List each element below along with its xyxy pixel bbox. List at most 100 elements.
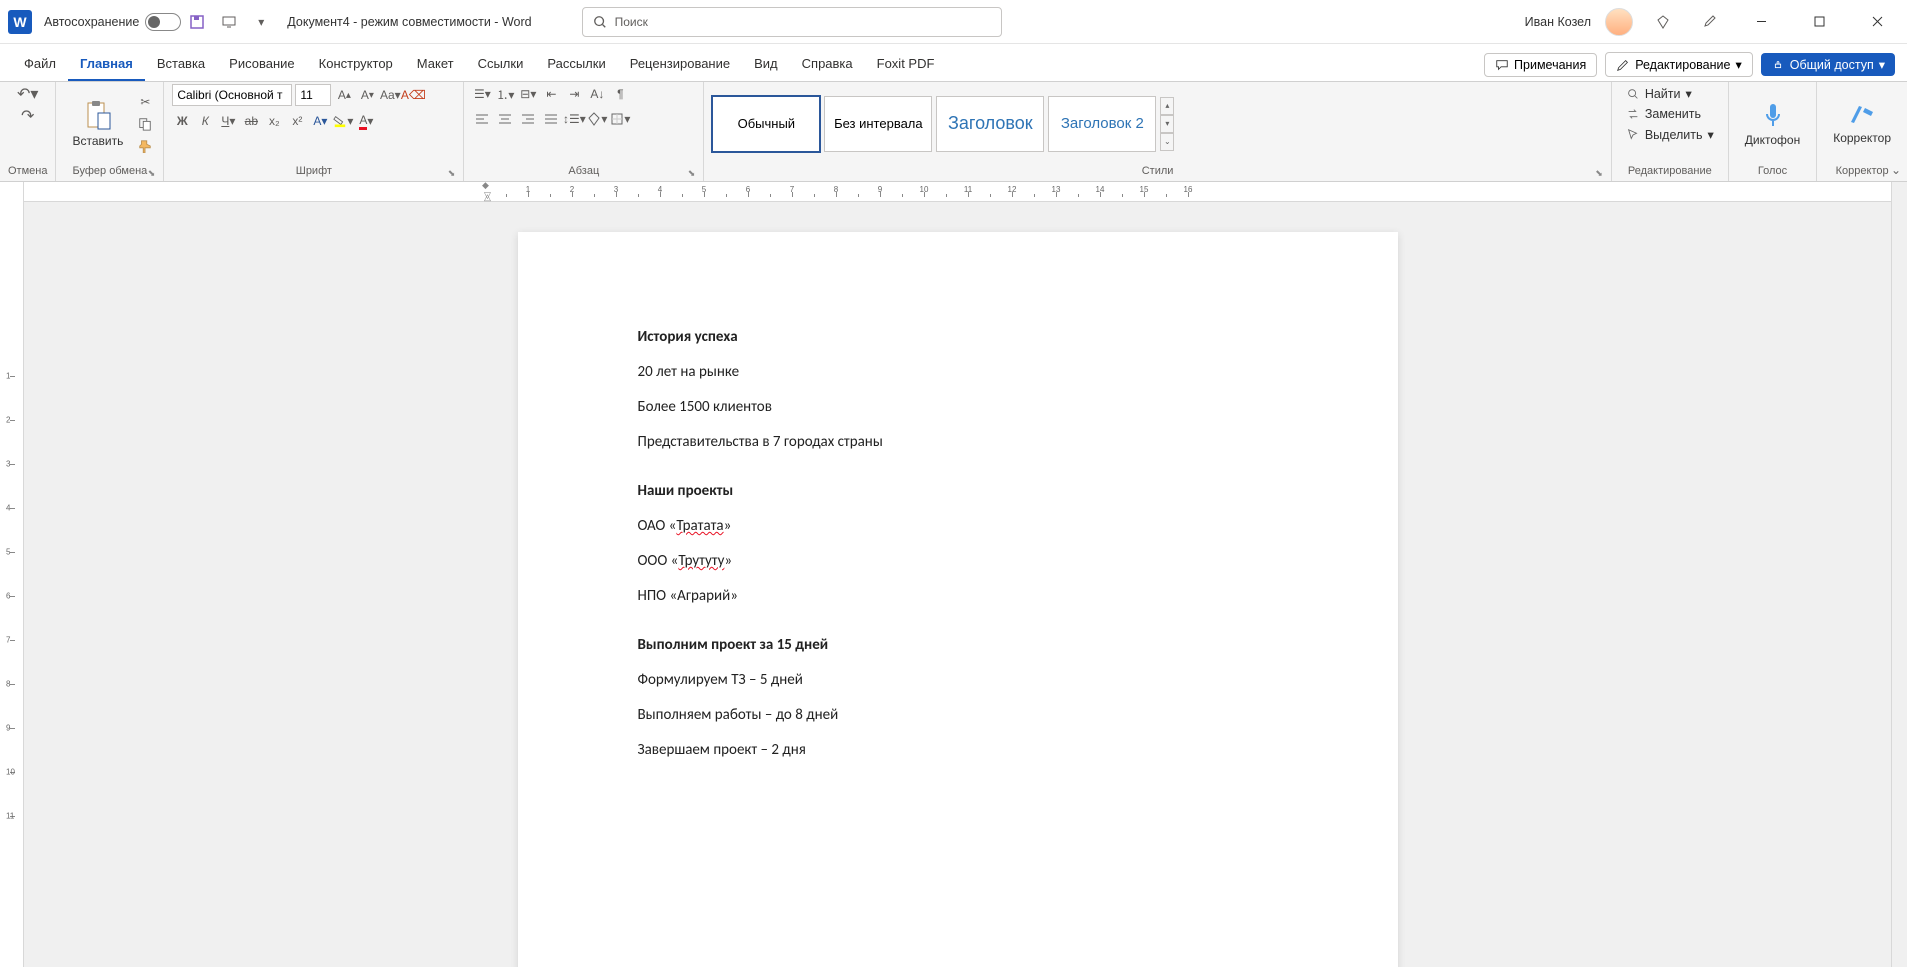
replace-button[interactable]: Заменить [1620,105,1707,123]
font-color-button[interactable]: A▾ [356,111,376,131]
tab-review[interactable]: Рецензирование [618,48,742,81]
group-undo: ↶▾ ↷ Отмена [0,82,56,181]
borders-button[interactable]: ▾ [610,109,630,129]
grow-font-button[interactable]: A▴ [334,85,354,105]
comments-button[interactable]: Примечания [1484,53,1597,77]
dictate-button[interactable]: Диктофон [1737,96,1808,151]
horizontal-ruler: 12345678910111213141516◆▽△ [24,182,1891,202]
document-line[interactable]: 20 лет на рынке [638,362,1278,383]
font-name-select[interactable] [172,84,292,106]
autosave-section: Автосохранение [44,13,181,31]
find-button[interactable]: Найти ▾ [1620,84,1698,103]
tab-draw[interactable]: Рисование [217,48,306,81]
shrink-font-button[interactable]: A▾ [357,85,377,105]
document-line[interactable]: ООО «Трутуту» [638,551,1278,572]
save-icon[interactable] [187,12,207,32]
tab-view[interactable]: Вид [742,48,790,81]
document-line[interactable]: Выполняем работы – до 8 дней [638,705,1278,726]
clear-format-button[interactable]: A⌫ [403,85,423,105]
tab-foxit[interactable]: Foxit PDF [865,48,947,81]
dropper-icon[interactable] [1699,12,1719,32]
autosave-toggle[interactable] [145,13,181,31]
select-button[interactable]: Выделить ▾ [1620,125,1720,144]
vertical-ruler: 1234567891011 [0,182,24,967]
shading-button[interactable]: ▾ [587,109,607,129]
justify-button[interactable] [541,109,561,129]
group-clipboard: Вставить ✂ Буфер обмена⬊ [56,82,164,181]
increase-indent-button[interactable]: ⇥ [564,84,584,104]
avatar[interactable] [1605,8,1633,36]
close-button[interactable] [1855,6,1899,38]
multilevel-button[interactable]: ⊟▾ [518,84,538,104]
strike-button[interactable]: ab [241,111,261,131]
decrease-indent-button[interactable]: ⇤ [541,84,561,104]
italic-button[interactable]: К [195,111,215,131]
change-case-button[interactable]: Aa▾ [380,85,400,105]
style-heading2[interactable]: Заголовок 2 [1048,96,1156,152]
numbering-button[interactable]: ⒈▾ [495,84,515,104]
style-gallery-scroll[interactable]: ▴▾⌄ [1160,97,1174,151]
text-effects-button[interactable]: A▾ [310,111,330,131]
superscript-button[interactable]: x² [287,111,307,131]
qat-display-icon[interactable] [219,12,239,32]
document-title: Документ4 - режим совместимости - Word [287,15,531,29]
bullets-button[interactable]: ☰▾ [472,84,492,104]
font-size-select[interactable] [295,84,331,106]
highlight-button[interactable]: ▾ [333,111,353,131]
document-line[interactable]: История успеха [638,327,1278,348]
document-line[interactable]: Завершаем проект – 2 дня [638,740,1278,761]
document-line[interactable]: ОАО «Тратата» [638,516,1278,537]
document-line[interactable]: Формулируем ТЗ – 5 дней [638,670,1278,691]
search-box[interactable]: Поиск [582,7,1002,37]
editing-mode-button[interactable]: Редактирование ▾ [1605,52,1753,77]
tab-layout[interactable]: Макет [405,48,466,81]
line-spacing-button[interactable]: ↕☰▾ [564,109,584,129]
tab-help[interactable]: Справка [790,48,865,81]
align-right-button[interactable] [518,109,538,129]
font-launcher[interactable]: ⬊ [448,168,456,179]
ribbon: ↶▾ ↷ Отмена Вставить ✂ Буфер обмена⬊ [0,82,1907,182]
copy-button[interactable] [135,114,155,134]
cut-button[interactable]: ✂ [135,92,155,112]
style-heading1[interactable]: Заголовок [936,96,1044,152]
editor-button[interactable]: Корректор [1825,98,1899,149]
collapse-ribbon-button[interactable]: ⌄ [1891,163,1901,177]
scrollbar-vertical[interactable] [1891,182,1907,967]
format-painter-button[interactable] [135,136,155,156]
paragraph-launcher[interactable]: ⬊ [688,168,696,179]
align-left-button[interactable] [472,109,492,129]
tab-home[interactable]: Главная [68,48,145,81]
subscript-button[interactable]: x₂ [264,111,284,131]
styles-launcher[interactable]: ⬊ [1595,168,1603,179]
style-nospacing[interactable]: Без интервала [824,96,932,152]
minimize-button[interactable] [1739,6,1783,38]
redo-button[interactable]: ↷ [18,106,38,126]
diamond-icon[interactable] [1653,12,1673,32]
document-page[interactable]: История успеха 20 лет на рынке Более 1500 … [518,232,1398,967]
workspace: 1234567891011 12345678910111213141516◆▽△… [0,182,1907,967]
tab-mailings[interactable]: Рассылки [535,48,617,81]
page-scroll[interactable]: История успеха 20 лет на рынке Более 1500 … [24,202,1891,967]
undo-button[interactable]: ↶▾ [18,84,38,104]
tab-design[interactable]: Конструктор [307,48,405,81]
document-line[interactable]: Представительства в 7 городах страны [638,432,1278,453]
document-line[interactable]: Наши проекты [638,481,1278,502]
bold-button[interactable]: Ж [172,111,192,131]
underline-button[interactable]: Ч▾ [218,111,238,131]
share-button[interactable]: Общий доступ ▾ [1761,53,1895,76]
tab-insert[interactable]: Вставка [145,48,217,81]
document-line[interactable]: Выполним проект за 15 дней [638,635,1278,656]
show-marks-button[interactable]: ¶ [610,84,630,104]
document-line[interactable]: НПО «Аграрий» [638,586,1278,607]
document-line[interactable]: Более 1500 клиентов [638,397,1278,418]
sort-button[interactable]: A↓ [587,84,607,104]
style-normal[interactable]: Обычный [712,96,820,152]
maximize-button[interactable] [1797,6,1841,38]
paste-button[interactable]: Вставить [64,95,131,152]
chevron-down-icon: ▾ [1735,57,1741,72]
qat-dropdown-icon[interactable]: ▾ [251,12,271,32]
align-center-button[interactable] [495,109,515,129]
tab-references[interactable]: Ссылки [466,48,536,81]
tab-file[interactable]: Файл [12,48,68,81]
clipboard-launcher[interactable]: ⬊ [148,168,156,179]
